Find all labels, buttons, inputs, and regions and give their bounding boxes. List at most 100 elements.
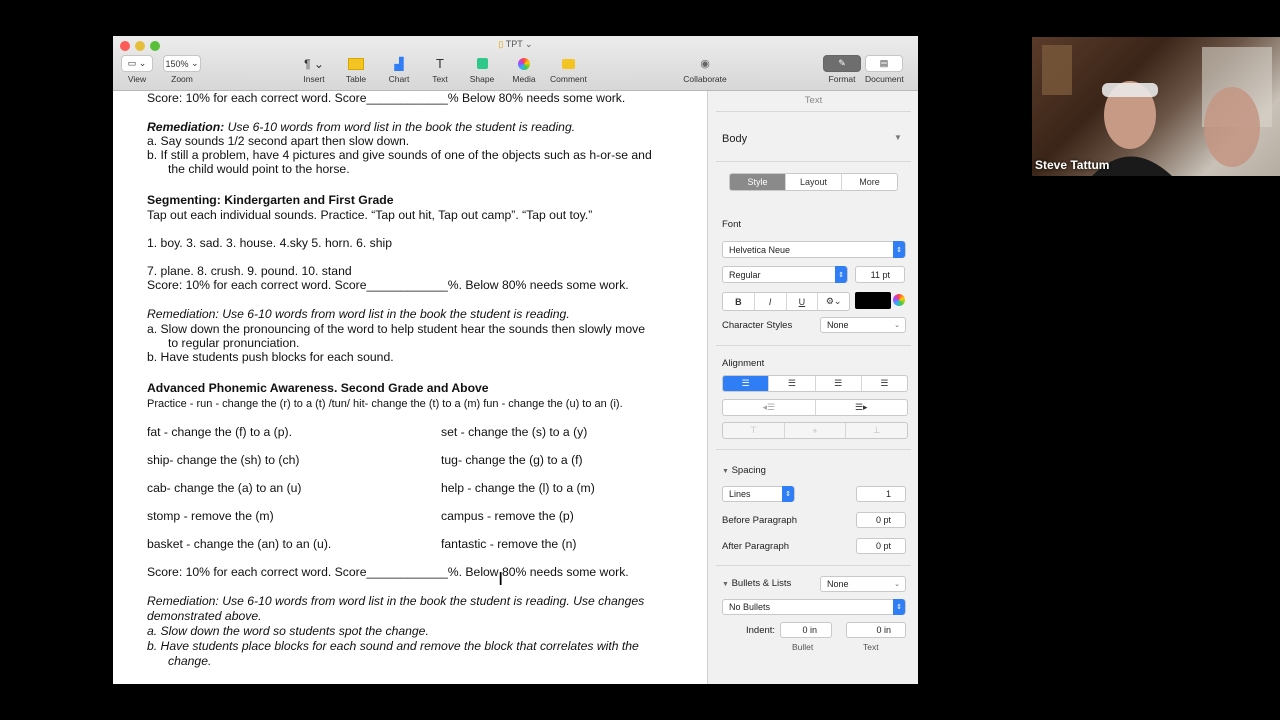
table-button[interactable]: Table [340,55,372,84]
chevron-down-icon: ⌄ [894,581,900,588]
font-weight-select[interactable]: Regular ⇕ [722,266,848,283]
bullets-section[interactable]: ▼ Bullets & Lists [722,578,791,589]
webcam-thumbnail: Steve Tattum [1032,37,1280,176]
zoom-button[interactable]: 150% ⌄ Zoom [163,55,201,84]
remediation-1-b: b. If still a problem, have 4 pictures a… [147,148,652,162]
exercise-item: fantastic - remove the (n) [441,537,577,551]
remediation-1-b-cont: the child would point to the horse. [168,162,350,176]
bold-button[interactable]: B [723,293,755,310]
stepper-arrows-icon: ⇕ [893,241,905,258]
tab-more[interactable]: More [842,174,897,190]
spacing-mode-select[interactable]: Lines ⇕ [722,486,795,502]
after-paragraph-field[interactable]: 0 pt [856,538,906,554]
table-icon [340,55,372,72]
font-name-select[interactable]: Helvetica Neue ⇕ [722,241,906,258]
media-button[interactable]: Media [508,55,540,84]
sidebar-icon: ▭ ⌄ [121,55,153,72]
character-styles-label: Character Styles [722,320,793,331]
document-panel-icon: ▤ [865,55,903,72]
italic-button[interactable]: I [755,293,787,310]
tab-layout[interactable]: Layout [786,174,842,190]
align-left-icon[interactable]: ☰ [723,376,770,391]
align-top-icon[interactable]: ⊤ [723,423,785,438]
decrease-indent-icon[interactable]: ◂☰ [723,400,816,415]
advanced-score: Score: 10% for each correct word. Score_… [147,565,629,579]
alignment-label: Alignment [722,358,765,369]
bullets-select[interactable]: None ⌄ [820,576,906,592]
remediation-3-a: a. Slow down the word so students spot t… [147,624,429,638]
font-size-field[interactable]: 11 pt [855,266,905,283]
before-paragraph-label: Before Paragraph [722,515,797,526]
exercise-item: basket - change the (an) to an (u). [147,537,332,551]
spacing-section[interactable]: ▼ Spacing [722,465,766,476]
inspector-header: Text [804,95,823,106]
bullet-style-select[interactable]: No Bullets ⇕ [722,599,906,615]
before-paragraph-field[interactable]: 0 pt [856,512,906,528]
toolbar: ▯ TPT ⌄ ▭ ⌄ View 150% ⌄ Zoom ¶ ⌄ Insert … [113,36,918,91]
remediation-2: Remediation: Use 6-10 words from word li… [147,307,570,321]
ibeam-cursor-icon: I [498,569,504,590]
exercise-item: set - change the (s) to a (y) [441,425,588,439]
text-caption: Text [863,642,879,652]
exercise-item: fat - change the (f) to a (p). [147,425,292,439]
zoom-value: 150% [165,58,189,69]
advanced-practice: Practice - run - change the (r) to a (t)… [147,398,623,410]
text-color-swatch[interactable] [855,292,891,309]
font-style-buttons: B I U ⚙⌄ [722,292,850,311]
increase-indent-icon[interactable]: ☰▸ [816,400,908,415]
stepper-arrows-icon: ⇕ [835,266,847,283]
bullet-indent-field[interactable]: 0 in [780,622,832,638]
align-center-icon[interactable]: ☰ [769,376,816,391]
align-middle-icon[interactable]: + [785,423,847,438]
format-button[interactable]: ✎ Format [823,55,861,84]
view-button[interactable]: ▭ ⌄ View [121,55,153,84]
exercise-item: cab- change the (a) to an (u) [147,481,302,495]
chart-button[interactable]: ▟ Chart [383,55,415,85]
comment-icon [550,55,586,72]
gear-icon[interactable]: ⚙⌄ [818,293,849,310]
remediation-3-b: b. Have students place blocks for each s… [147,639,639,653]
color-wheel-icon[interactable] [893,294,905,306]
align-right-icon[interactable]: ☰ [816,376,862,391]
stepper-arrows-icon: ⇕ [782,486,794,502]
chart-icon: ▟ [394,56,404,71]
divider [716,449,911,450]
document-icon: ▯ [498,39,504,49]
collaborate-button[interactable]: ◉ Collaborate [683,55,727,84]
font-label: Font [722,219,742,230]
remediation-1: Remediation: Use 6-10 words from word li… [147,120,576,134]
shape-button[interactable]: Shape [466,55,498,84]
exercise-item: help - change the (l) to a (m) [441,481,595,495]
insert-button[interactable]: ¶ ⌄ Insert [297,55,331,85]
shape-icon [466,55,498,72]
collaborate-icon: ◉ [700,58,710,70]
segmenting-practice: Tap out each individual sounds. Practice… [147,208,593,222]
tab-style[interactable]: Style [730,174,786,190]
remediation-2-a: a. Slow down the pronouncing of the word… [147,322,645,336]
person-video-frame [1042,45,1272,176]
align-justify-icon[interactable]: ☰ [862,376,907,391]
character-styles-select[interactable]: None ⌄ [820,317,906,333]
disclosure-triangle-icon: ▼ [722,468,729,475]
spacing-value-field[interactable]: 1 [856,486,906,502]
inspector-tabs: Style Layout More [729,173,898,191]
indent-buttons: ◂☰ ☰▸ [722,399,908,416]
media-icon [508,55,540,72]
align-bottom-icon[interactable]: ⊥ [846,423,907,438]
comment-button[interactable]: Comment [550,55,587,84]
divider [716,565,911,566]
divider [716,161,911,162]
chevron-down-icon[interactable]: ▼ [894,133,902,142]
paragraph-style[interactable]: Body [722,133,747,145]
stepper-arrows-icon: ⇕ [893,599,905,615]
document-canvas[interactable]: Score: 10% for each correct word. Score_… [113,91,707,684]
text-indent-field[interactable]: 0 in [846,622,906,638]
document-button[interactable]: ▤ Document [865,55,904,84]
participant-name: Steve Tattum [1035,158,1110,172]
vertical-align-buttons: ⊤ + ⊥ [722,422,908,439]
segmenting-heading: Segmenting: Kindergarten and First Grade [147,193,394,207]
underline-button[interactable]: U [787,293,819,310]
text-button[interactable]: T Text [424,55,456,84]
after-paragraph-label: After Paragraph [722,541,790,552]
alignment-buttons: ☰ ☰ ☰ ☰ [722,375,908,392]
